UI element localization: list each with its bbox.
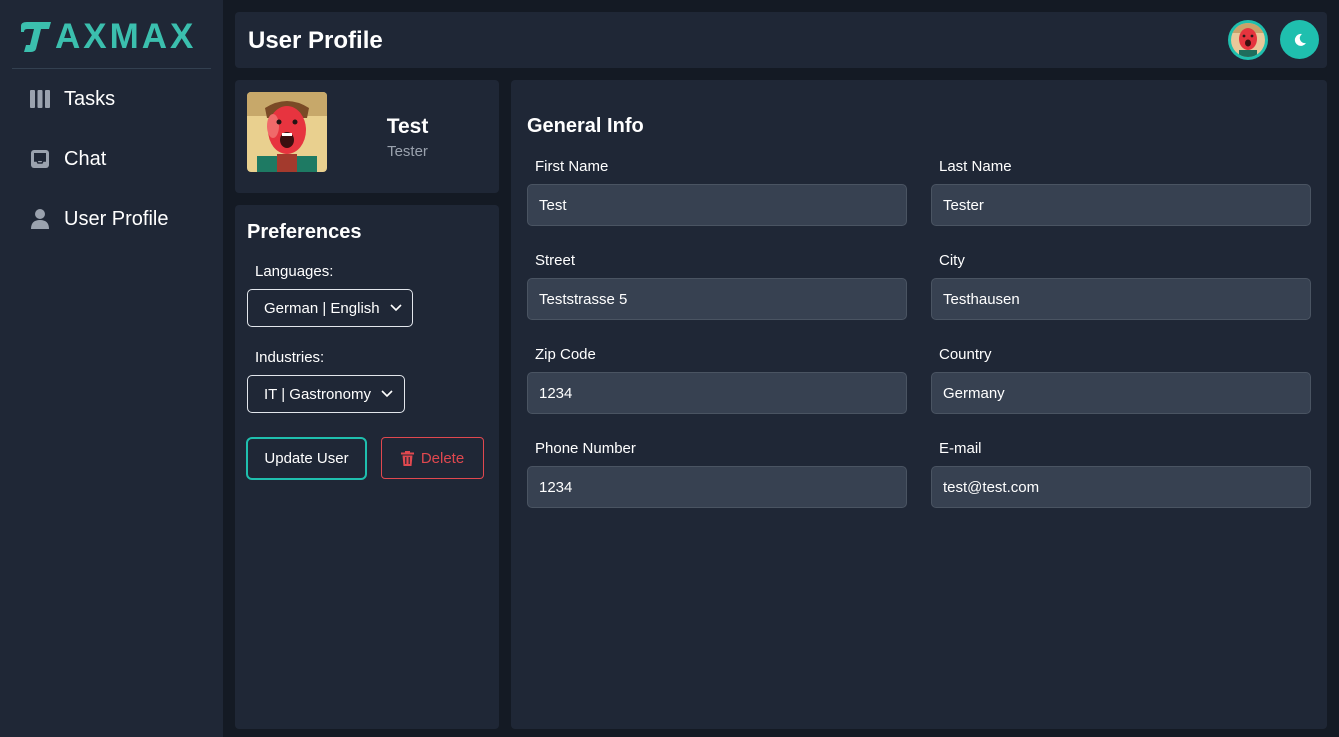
delete-button[interactable]: Delete bbox=[381, 437, 484, 479]
moon-icon bbox=[1294, 33, 1306, 46]
country-field[interactable]: Germany bbox=[931, 372, 1311, 414]
email-field[interactable]: test@test.com bbox=[931, 466, 1311, 508]
industries-label: Industries: bbox=[255, 349, 325, 366]
city-label: City bbox=[939, 252, 965, 269]
street-label: Street bbox=[535, 252, 576, 269]
chevron-down-icon bbox=[381, 390, 393, 398]
general-info-card: General Info First Name Test Last Name T… bbox=[511, 80, 1327, 729]
trash-icon bbox=[400, 450, 414, 466]
sidebar-item-chat[interactable]: Chat bbox=[27, 141, 207, 177]
delete-label: Delete bbox=[420, 449, 465, 467]
languages-label: Languages: bbox=[255, 263, 334, 280]
header-bar: User Profile bbox=[235, 12, 1327, 68]
sidebar-item-label: Tasks bbox=[64, 87, 116, 110]
industries-select[interactable]: IT | Gastronomy bbox=[247, 375, 405, 413]
street-field[interactable]: Teststrasse 5 bbox=[527, 278, 907, 320]
languages-value: German | English bbox=[264, 299, 380, 317]
page-title: User Profile bbox=[248, 27, 383, 54]
sidebar-item-label: User Profile bbox=[64, 207, 169, 230]
logo-mark-icon bbox=[21, 22, 51, 52]
avatar[interactable] bbox=[1228, 20, 1268, 60]
sidebar-item-label: Chat bbox=[64, 147, 107, 170]
inbox-icon bbox=[27, 146, 53, 172]
columns-icon bbox=[27, 86, 53, 112]
sidebar-divider bbox=[12, 68, 211, 69]
zip-code-field[interactable]: 1234 bbox=[527, 372, 907, 414]
profile-name: Test bbox=[386, 115, 429, 138]
first-name-label: First Name bbox=[535, 158, 609, 175]
last-name-field[interactable]: Tester bbox=[931, 184, 1311, 226]
update-user-button[interactable]: Update User bbox=[246, 437, 367, 480]
chevron-down-icon bbox=[390, 304, 402, 312]
profile-role: Tester bbox=[387, 143, 428, 160]
industries-value: IT | Gastronomy bbox=[264, 385, 371, 403]
country-label: Country bbox=[939, 346, 992, 363]
phone-number-field[interactable]: 1234 bbox=[527, 466, 907, 508]
general-info-title: General Info bbox=[527, 115, 644, 137]
zip-code-label: Zip Code bbox=[535, 346, 596, 363]
profile-photo bbox=[247, 92, 327, 172]
sidebar-item-user-profile[interactable]: User Profile bbox=[27, 201, 207, 237]
first-name-field[interactable]: Test bbox=[527, 184, 907, 226]
logo-text: AXMAX bbox=[55, 17, 197, 56]
app-logo[interactable]: AXMAX bbox=[19, 17, 205, 57]
sidebar: AXMAX Tasks Chat User Profile bbox=[0, 0, 223, 737]
email-label: E-mail bbox=[939, 440, 982, 457]
preferences-title: Preferences bbox=[247, 221, 362, 243]
last-name-label: Last Name bbox=[939, 158, 1012, 175]
user-icon bbox=[27, 206, 53, 232]
preferences-card: Preferences Languages: German | English … bbox=[235, 205, 499, 729]
city-field[interactable]: Testhausen bbox=[931, 278, 1311, 320]
languages-select[interactable]: German | English bbox=[247, 289, 413, 327]
profile-card: Test Tester bbox=[235, 80, 499, 193]
theme-toggle-button[interactable] bbox=[1280, 20, 1319, 59]
sidebar-item-tasks[interactable]: Tasks bbox=[27, 81, 207, 117]
phone-number-label: Phone Number bbox=[535, 440, 636, 457]
